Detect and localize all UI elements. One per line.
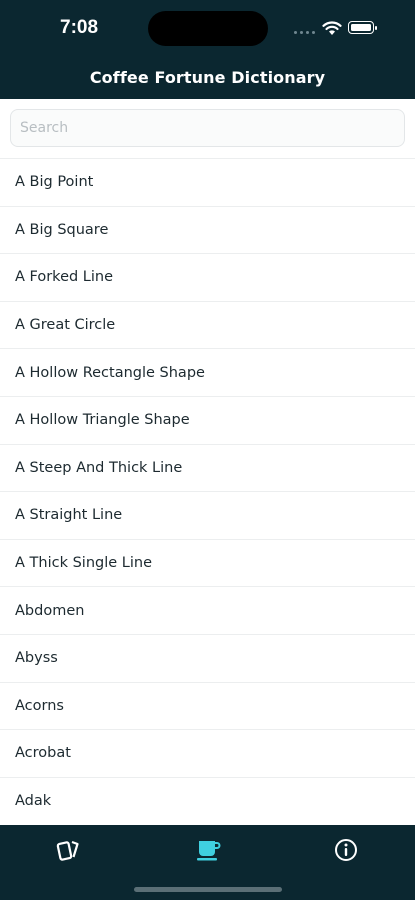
home-indicator — [134, 887, 282, 892]
list-item-label: Abdomen — [15, 602, 85, 619]
info-icon[interactable] — [333, 837, 359, 863]
list-item-label: A Big Point — [15, 174, 94, 191]
list-item[interactable]: A Hollow Rectangle Shape — [0, 348, 415, 396]
list-item[interactable]: A Thick Single Line — [0, 538, 415, 587]
search-input[interactable] — [10, 109, 405, 147]
list-item-label: A Forked Line — [15, 269, 114, 286]
dynamic-island — [148, 11, 268, 46]
list-item-label: Abyss — [15, 650, 58, 667]
list-item-label: Adak — [15, 793, 52, 810]
list-item-label: A Big Square — [15, 221, 109, 238]
cards-icon[interactable] — [56, 837, 82, 863]
list-item[interactable]: A Forked Line — [0, 253, 415, 301]
list-item[interactable]: A Big Square — [0, 205, 415, 254]
app-header: 7:08 Coffee Fortune Dictionary — [0, 0, 415, 99]
list-item[interactable]: A Hollow Triangle Shape — [0, 395, 415, 444]
wifi-icon — [322, 21, 342, 35]
battery-icon — [348, 21, 377, 34]
list-item-label: A Steep And Thick Line — [15, 459, 183, 476]
list-item-label: A Straight Line — [15, 507, 123, 524]
list-item[interactable]: Adak — [0, 776, 415, 825]
page-title: Coffee Fortune Dictionary — [89, 68, 326, 87]
signal-icon — [294, 31, 315, 34]
list-item[interactable]: A Straight Line — [0, 491, 415, 539]
list-item-label: Acrobat — [15, 745, 71, 762]
status-time: 7:08 — [60, 17, 99, 38]
list-item-label: A Hollow Rectangle Shape — [15, 364, 205, 381]
coffee-cup-icon[interactable] — [195, 837, 221, 863]
list-item-label: A Hollow Triangle Shape — [15, 412, 190, 429]
list-item[interactable]: A Big Point — [0, 158, 415, 206]
list-item-label: A Thick Single Line — [15, 555, 152, 572]
list-item[interactable]: Acrobat — [0, 729, 415, 777]
list-item[interactable]: Acorns — [0, 681, 415, 730]
list-item[interactable]: A Steep And Thick Line — [0, 443, 415, 492]
list-item[interactable]: A Great Circle — [0, 300, 415, 349]
list-item[interactable]: Abdomen — [0, 586, 415, 634]
dictionary-list: A Big Point A Big Square A Forked Line A… — [0, 158, 415, 824]
search-bar — [0, 99, 415, 157]
list-item[interactable]: Abyss — [0, 633, 415, 682]
list-item-label: Acorns — [15, 697, 64, 714]
list-item-label: A Great Circle — [15, 317, 116, 334]
